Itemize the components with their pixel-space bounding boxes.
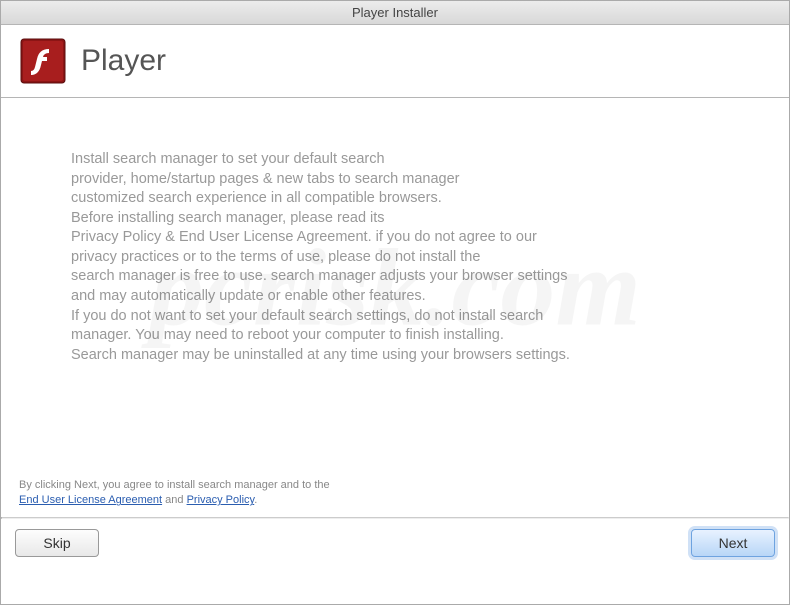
body-line: If you do not want to set your default s… [71,307,719,327]
header: Player [1,25,789,98]
footer-prefix: By clicking Next, you agree to install s… [19,479,330,491]
window-titlebar: Player Installer [1,1,789,25]
body-line: and may automatically update or enable o… [71,287,719,307]
content-area: pcrisk.com Install search manager to set… [1,98,789,478]
footer-and: and [162,494,186,506]
skip-button[interactable]: Skip [15,529,99,557]
privacy-link[interactable]: Privacy Policy [187,494,255,506]
body-line: privacy practices or to the terms of use… [71,248,719,268]
window-title: Player Installer [352,5,438,20]
app-title: Player [81,44,166,78]
body-line: Install search manager to set your defau… [71,150,719,170]
body-line: Privacy Policy & End User License Agreem… [71,228,719,248]
flash-player-icon [19,37,67,85]
next-button[interactable]: Next [691,529,775,557]
footer-disclaimer: By clicking Next, you agree to install s… [1,478,789,517]
body-line: provider, home/startup pages & new tabs … [71,170,719,190]
body-line: manager. You may need to reboot your com… [71,326,719,346]
body-line: customized search experience in all comp… [71,189,719,209]
installer-window: Player Installer Player pcrisk.com Insta… [0,0,790,605]
eula-link[interactable]: End User License Agreement [19,494,162,506]
body-text: Install search manager to set your defau… [71,150,719,365]
footer-suffix: . [254,494,257,506]
button-bar: Skip Next [1,519,789,567]
body-line: Search manager may be uninstalled at any… [71,346,719,366]
body-line: Before installing search manager, please… [71,209,719,229]
body-line: search manager is free to use. search ma… [71,267,719,287]
